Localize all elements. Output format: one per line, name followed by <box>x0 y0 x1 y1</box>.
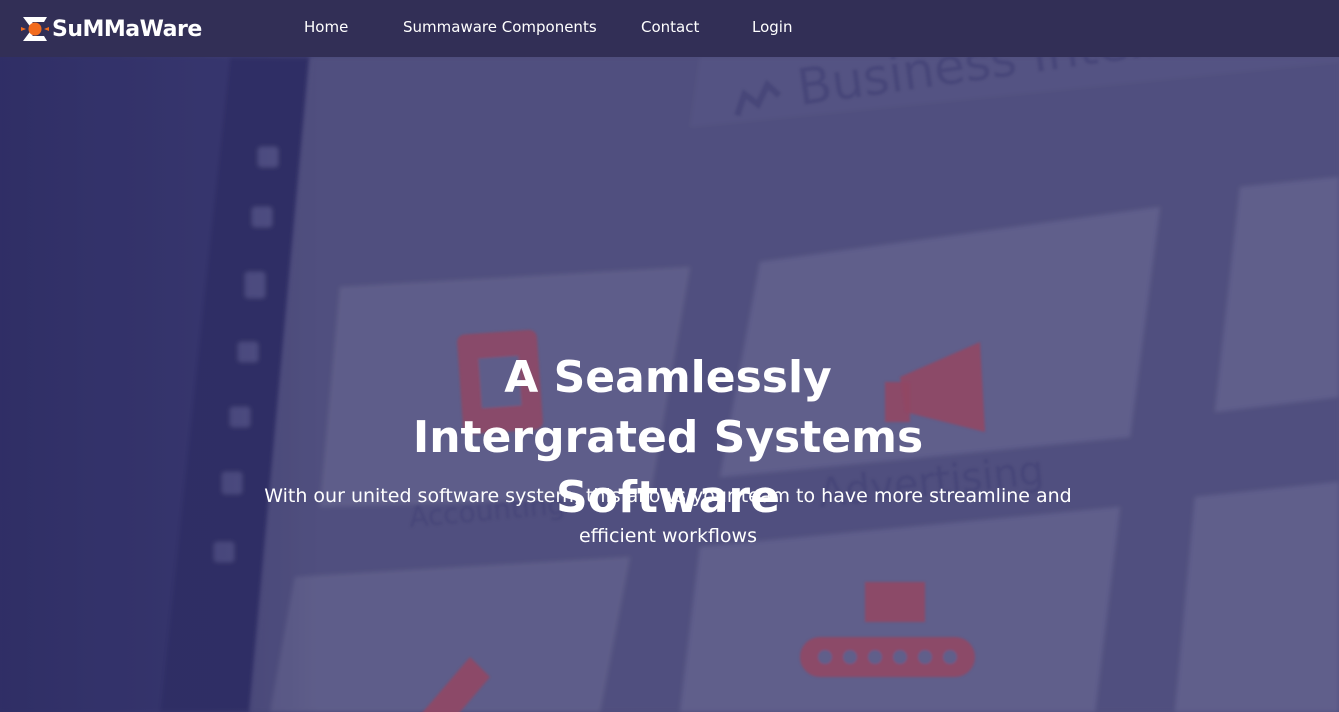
brand-name: SuMMaWare <box>52 16 202 42</box>
hero-subtitle: With our united software system, this al… <box>264 485 1072 547</box>
summaware-logo-icon <box>20 14 50 44</box>
nav-contact[interactable]: Contact <box>641 18 699 36</box>
nav-summaware-components[interactable]: Summaware Components <box>403 18 597 36</box>
nav-login[interactable]: Login <box>752 18 792 36</box>
top-navbar: SuMMaWare Home Summaware Components Cont… <box>0 0 1339 57</box>
page: Business Intelli Accounting Advertising <box>0 0 1339 712</box>
brand-logo[interactable]: SuMMaWare <box>20 12 202 46</box>
nav-home[interactable]: Home <box>304 18 348 36</box>
